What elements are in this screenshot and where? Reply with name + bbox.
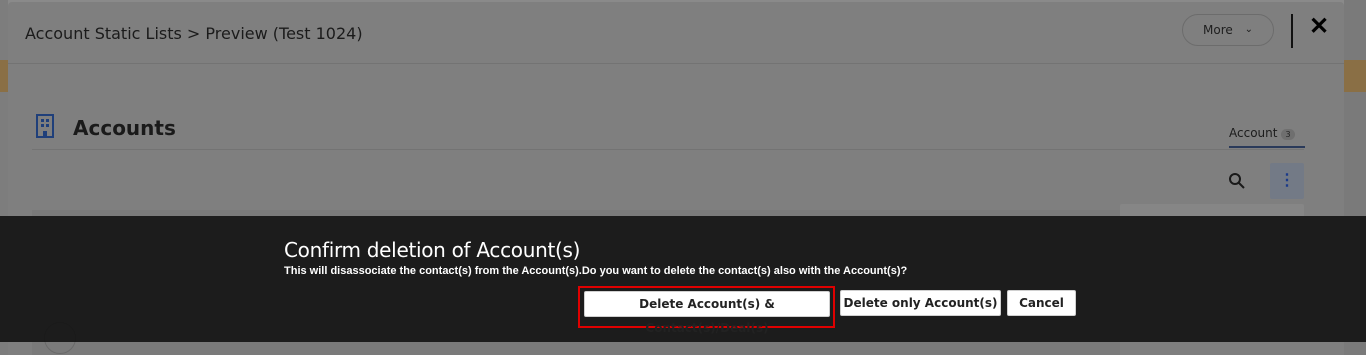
confirm-message: This will disassociate the contact(s) fr… [284,265,908,277]
confirm-title: Confirm deletion of Account(s) [284,238,581,262]
chevron-down-icon: ⌄ [1244,24,1253,35]
kebab-menu-icon[interactable]: ⋮ [1270,163,1304,199]
tab-account-count: 3 [1281,129,1295,140]
delete-accounts-contacts-deals-button[interactable]: Delete Account(s) & Contact(s)/Deal(s) [584,291,830,335]
tab-account[interactable]: Account 3 [1229,126,1305,148]
cancel-button[interactable]: Cancel [1007,290,1076,316]
section-divider [32,149,1304,150]
section-title: Accounts [73,116,176,140]
modal-title: Account Static Lists > Preview (Test 102… [25,24,363,43]
header-divider [1291,14,1293,48]
more-button[interactable]: More ⌄ [1182,14,1274,46]
tab-account-label: Account [1229,126,1278,140]
more-label: More [1203,23,1233,37]
delete-only-accounts-button[interactable]: Delete only Account(s) [840,290,1001,316]
building-icon [36,114,54,138]
close-icon[interactable]: ✕ [1308,15,1330,39]
modal-header: Account Static Lists > Preview (Test 102… [8,2,1344,64]
search-icon[interactable] [1228,172,1246,190]
